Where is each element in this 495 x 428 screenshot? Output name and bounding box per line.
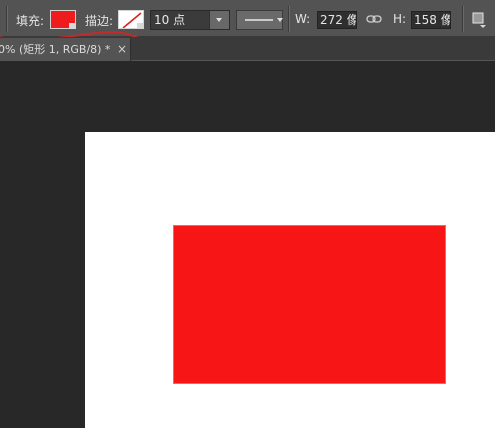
document-tab-title: 0% (矩形 1, RGB/8) * [0,43,111,56]
document-tab[interactable]: 0% (矩形 1, RGB/8) * × [0,38,131,61]
document-tab-bar: 0% (矩形 1, RGB/8) * × [0,37,495,61]
rectangle-shape[interactable] [173,225,446,384]
divider [131,60,495,61]
close-icon[interactable]: × [117,38,127,61]
